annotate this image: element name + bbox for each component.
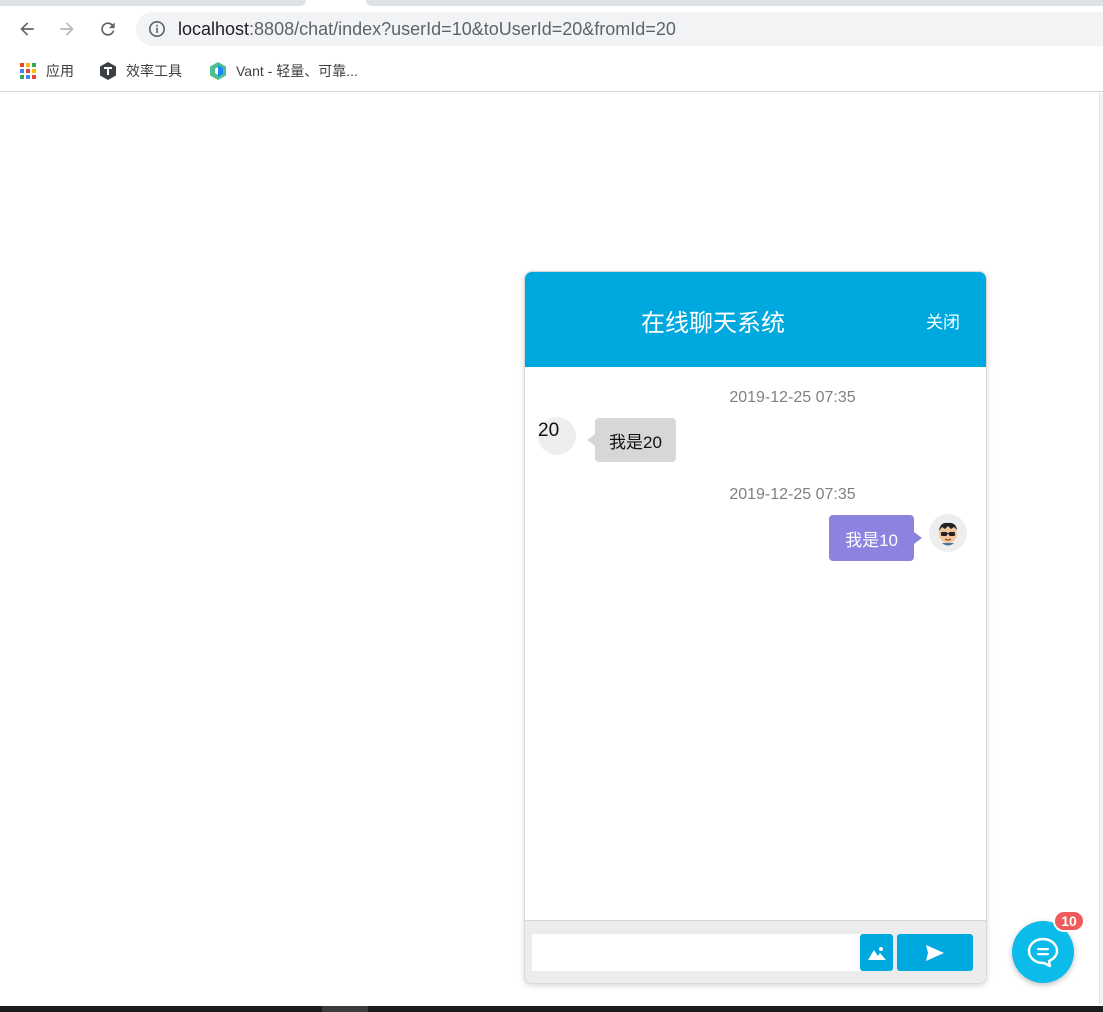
bookmark-label: 应用 (46, 63, 74, 79)
unread-count-badge: 10 (1053, 910, 1085, 932)
bookmarks-bar: 应用 效率工具 Vant - 轻量、可靠... (0, 52, 1103, 92)
message-timestamp: 2019-12-25 07:35 (729, 486, 856, 503)
url-host: localhost (178, 19, 250, 39)
image-icon (867, 946, 886, 960)
avatar-label: 20 (538, 420, 560, 441)
reload-button[interactable] (93, 14, 123, 44)
message-input[interactable] (532, 934, 862, 971)
avatar (929, 514, 967, 552)
url-path: :8808/chat/index?userId=10&toUserId=20&f… (249, 19, 676, 39)
chat-bubble-icon (1027, 937, 1059, 968)
os-taskbar (0, 1006, 1103, 1012)
hexagon-t-icon (98, 61, 118, 81)
chat-window: 在线聊天系统 关闭 2019-12-25 07:35 20 我是20 2019-… (524, 271, 987, 984)
input-bar (525, 920, 986, 983)
send-button[interactable] (897, 934, 973, 971)
arrow-right-icon (60, 22, 74, 36)
bookmark-label: Vant - 轻量、可靠... (236, 63, 358, 79)
page-scrollbar[interactable] (1099, 93, 1103, 1005)
message-bubble-outgoing: 我是10 (829, 515, 922, 561)
chat-title: 在线聊天系统 (641, 310, 785, 337)
reload-icon (101, 22, 115, 36)
close-button[interactable]: 关闭 (926, 308, 960, 333)
message-list[interactable]: 2019-12-25 07:35 20 我是20 2019-12-25 07:3… (525, 367, 986, 922)
url-text[interactable]: localhost:8808/chat/index?userId=10&toUs… (178, 19, 676, 40)
chat-header: 在线聊天系统 关闭 (525, 272, 986, 367)
sunglasses-man-icon (939, 522, 957, 546)
bookmark-label: 效率工具 (126, 63, 182, 79)
address-bar[interactable]: localhost:8808/chat/index?userId=10&toUs… (136, 12, 1103, 46)
bookmark-apps[interactable]: 应用 (18, 60, 74, 82)
bookmark-efficiency-tools[interactable]: 效率工具 (98, 60, 182, 82)
message-bubble-incoming: 我是20 (587, 418, 676, 462)
send-icon (926, 944, 944, 961)
back-button[interactable] (12, 14, 42, 44)
taskbar-active-item[interactable] (322, 1006, 368, 1012)
forward-button[interactable] (52, 14, 82, 44)
image-upload-button[interactable] (860, 934, 893, 971)
arrow-left-icon (20, 22, 34, 36)
browser-toolbar: localhost:8808/chat/index?userId=10&toUs… (0, 6, 1103, 52)
info-icon[interactable] (148, 20, 166, 38)
avatar: 20 (538, 417, 576, 455)
bookmark-vant[interactable]: Vant - 轻量、可靠... (208, 60, 358, 82)
apps-grid-icon (18, 61, 38, 81)
vant-logo-icon (208, 61, 228, 81)
message-timestamp: 2019-12-25 07:35 (729, 389, 856, 406)
